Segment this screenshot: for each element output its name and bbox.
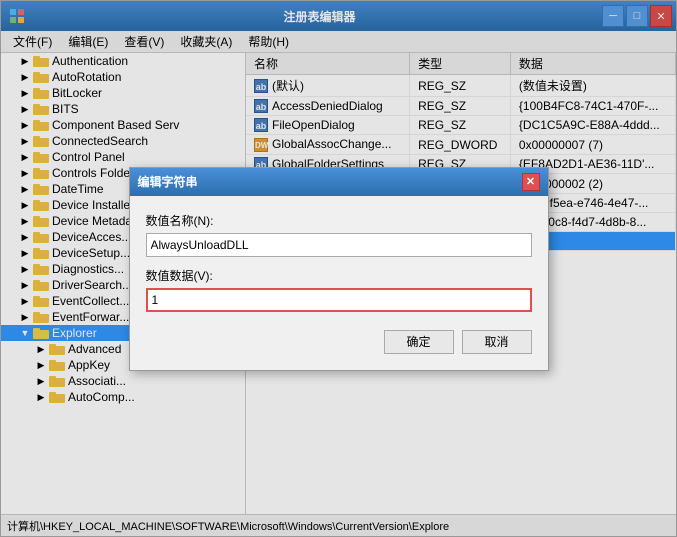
edit-string-dialog: 编辑字符串 ✕ 数值名称(N): 数值数据(V): 确定 取消 xyxy=(129,167,549,371)
dialog-overlay: 编辑字符串 ✕ 数值名称(N): 数值数据(V): 确定 取消 xyxy=(1,1,676,536)
cancel-button[interactable]: 取消 xyxy=(462,330,532,354)
name-label: 数值名称(N): xyxy=(146,212,532,229)
data-section: 数值数据(V): xyxy=(146,267,532,312)
name-input[interactable] xyxy=(146,233,532,257)
dialog-title-bar: 编辑字符串 ✕ xyxy=(130,168,548,196)
ok-button[interactable]: 确定 xyxy=(384,330,454,354)
dialog-buttons: 确定 取消 xyxy=(146,330,532,354)
dialog-close-button[interactable]: ✕ xyxy=(522,173,540,191)
dialog-title-text: 编辑字符串 xyxy=(138,173,198,190)
data-label: 数值数据(V): xyxy=(146,267,532,284)
main-window: 注册表编辑器 ─ □ ✕ 文件(F) 编辑(E) 查看(V) 收藏夹(A) 帮助… xyxy=(0,0,677,537)
name-section: 数值名称(N): xyxy=(146,212,532,257)
data-input[interactable] xyxy=(146,288,532,312)
dialog-body: 数值名称(N): 数值数据(V): 确定 取消 xyxy=(130,196,548,370)
